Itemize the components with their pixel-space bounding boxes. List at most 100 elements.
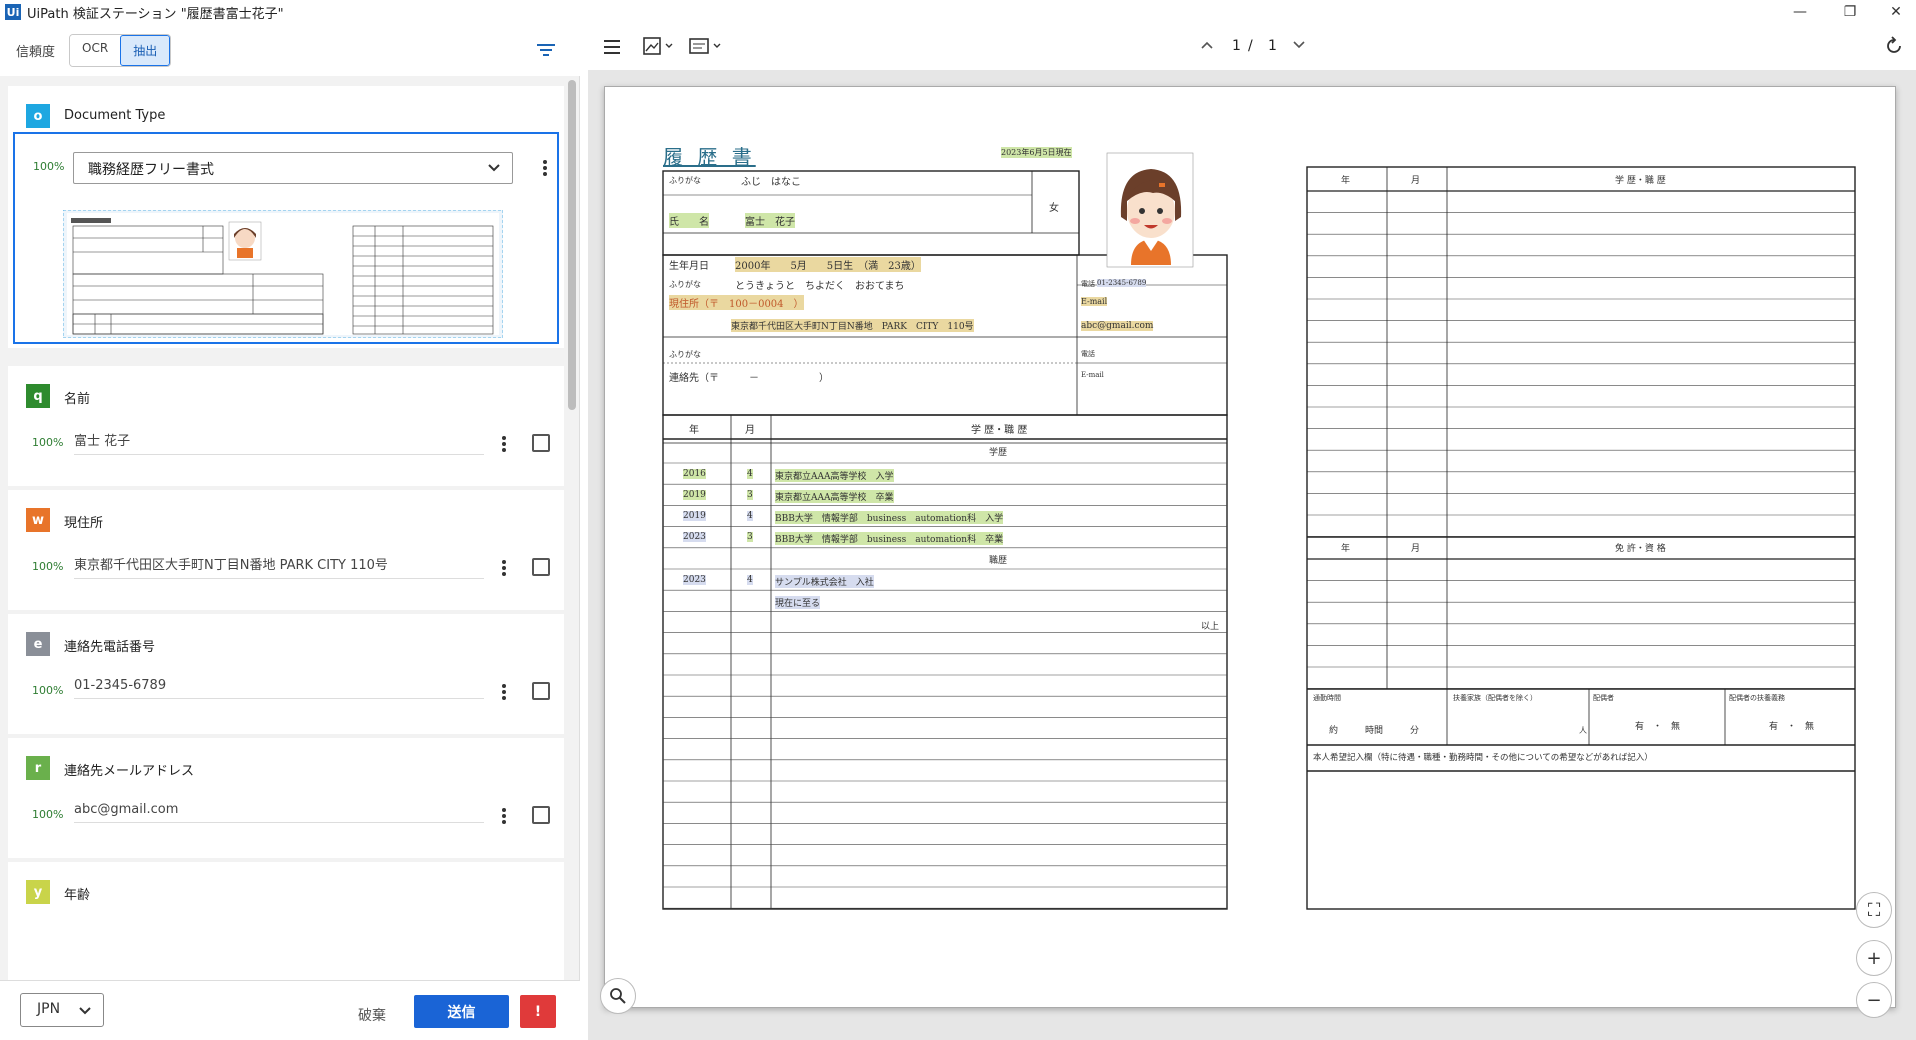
resume-grid [662, 152, 1856, 910]
document-thumbnail[interactable] [63, 210, 503, 338]
window-title: UiPath 検証ステーション "履歴書富士花子" [27, 6, 284, 22]
field-badge: w [26, 508, 50, 532]
work-month: 4 [747, 575, 753, 585]
field-confidence: 100% [32, 684, 64, 697]
confirm-checkbox[interactable] [532, 682, 550, 700]
field-value-input[interactable]: 富士 花子 [74, 430, 484, 455]
field-confidence: 100% [32, 808, 64, 821]
field-value-input[interactable]: abc@gmail.com [74, 802, 484, 823]
more-options-icon[interactable] [539, 158, 551, 178]
spouse-duty-label: 配偶者の扶養義務 [1729, 694, 1785, 702]
right-month-header: 月 [1411, 176, 1421, 186]
rotate-icon[interactable] [1884, 36, 1904, 56]
spouse-value: 有 ・ 無 [1635, 722, 1681, 732]
confirm-checkbox[interactable] [532, 558, 550, 576]
work-text: 現在に至る [775, 596, 821, 609]
edu-year: 2019 [683, 490, 706, 500]
previous-page-icon[interactable] [1200, 40, 1214, 50]
text-view-icon[interactable] [688, 36, 724, 56]
field-card-age: y 年齢 [8, 862, 564, 980]
edu-text: BBB大学 情報学部 business automation科 入学 [775, 511, 1004, 524]
fields-list: o Document Type 100% 職務経歴フリー書式 q 名前 100%… [8, 80, 564, 980]
viewer-toolbar: 1 / 1 [588, 24, 1916, 70]
field-value-input[interactable]: 東京都千代田区大手町N丁目N番地 PARK CITY 110号 [74, 554, 484, 579]
end-label: 以上 [1201, 622, 1220, 632]
tab-extract[interactable]: 抽出 [120, 34, 171, 66]
close-icon[interactable]: ✕ [1876, 0, 1916, 24]
fields-panel: 信頼度 OCR 抽出 o Document Type 100% 職務経歴フリー書… [0, 24, 580, 1040]
document-viewer: 1 / 1 履 歴 書 2023年6月5日現在 ふりがな ふじ はなこ 氏 名 … [588, 24, 1916, 1040]
furigana-name: ふじ はなこ [741, 177, 801, 188]
phone-label: 電話 [1081, 280, 1095, 288]
edu-year: 2023 [683, 532, 706, 542]
contact-label: 連絡先（〒 － ） [669, 373, 829, 384]
search-icon[interactable] [600, 978, 636, 1014]
address-value: 東京都千代田区大手町N丁目N番地 PARK CITY 110号 [731, 319, 974, 332]
dependents-unit: 人 [1579, 726, 1587, 735]
gender-value: 女 [1049, 203, 1059, 214]
edu-month: 4 [747, 511, 753, 521]
edu-text: 東京都立AAA高等学校 入学 [775, 469, 894, 482]
next-page-icon[interactable] [1292, 40, 1306, 50]
discard-button[interactable]: 破棄 [358, 1005, 386, 1025]
fields-scrollbar[interactable] [568, 80, 576, 410]
field-title: 連絡先メールアドレス [64, 764, 195, 779]
document-type-value: 職務経歴フリー書式 [88, 162, 214, 178]
warning-button[interactable]: ! [520, 995, 556, 1028]
field-title: 連絡先電話番号 [64, 640, 156, 655]
submit-button[interactable]: 送信 [414, 995, 509, 1028]
fields-toolbar: 信頼度 OCR 抽出 [0, 24, 580, 76]
confidence-label: 信頼度 [16, 44, 56, 60]
filter-icon[interactable] [534, 40, 558, 60]
field-card-phone: e 連絡先電話番号 100% 01-2345-6789 [8, 614, 564, 734]
edu-text: 東京都立AAA高等学校 卒業 [775, 490, 894, 503]
field-title: Document Type [64, 108, 166, 123]
furigana-label: ふりがな [669, 176, 701, 185]
total-pages: 1 [1268, 38, 1277, 54]
field-value-input[interactable]: 01-2345-6789 [74, 678, 484, 699]
uipath-logo-icon: Ui [5, 4, 21, 20]
name-value: 富士 花子 [745, 213, 795, 228]
field-card-name: q 名前 100% 富士 花子 [8, 366, 564, 486]
zoom-in-icon[interactable]: + [1856, 940, 1892, 976]
field-confidence: 100% [32, 560, 64, 573]
confirm-checkbox[interactable] [532, 806, 550, 824]
edu-month: 3 [747, 532, 753, 542]
wishes-label: 本人希望記入欄（特に待遇・職種・勤務時間・その他についての希望などがあれば記入） [1313, 753, 1653, 763]
confirm-checkbox[interactable] [532, 434, 550, 452]
menu-icon[interactable] [602, 38, 622, 56]
more-options-icon[interactable] [498, 434, 510, 454]
field-confidence: 100% [33, 160, 65, 173]
commute-label: 通勤時間 [1313, 694, 1341, 702]
view-mode-toggle: OCR 抽出 [69, 33, 172, 67]
field-card-email: r 連絡先メールアドレス 100% abc@gmail.com [8, 738, 564, 858]
minimize-icon[interactable]: — [1780, 0, 1820, 24]
chevron-down-icon [79, 1007, 91, 1015]
contact-phone-label: 電話 [1081, 350, 1095, 358]
more-options-icon[interactable] [498, 558, 510, 578]
document-type-select[interactable]: 職務経歴フリー書式 [73, 152, 513, 184]
image-view-icon[interactable] [642, 36, 676, 56]
right-year-header: 年 [1341, 176, 1351, 186]
work-year: 2023 [683, 575, 706, 585]
field-badge: r [26, 756, 50, 780]
education-label: 学歴 [989, 448, 1008, 458]
year-header: 年 [689, 425, 699, 436]
document-page[interactable]: 履 歴 書 2023年6月5日現在 ふりがな ふじ はなこ 氏 名 富士 花子 … [604, 86, 1896, 1008]
zoom-out-icon[interactable]: − [1856, 982, 1892, 1018]
fit-to-screen-icon[interactable]: ⛶ [1856, 892, 1892, 928]
license-header: 免 許・資 格 [1615, 544, 1666, 554]
language-select[interactable]: JPN [20, 993, 104, 1027]
license-month-header: 月 [1411, 544, 1421, 554]
contact-email-label: E-mail [1081, 371, 1104, 379]
restore-icon[interactable]: ❐ [1830, 0, 1870, 24]
current-page[interactable]: 1 [1232, 38, 1241, 54]
work-label: 職歴 [989, 556, 1008, 566]
field-badge: q [26, 384, 50, 408]
more-options-icon[interactable] [498, 682, 510, 702]
more-options-icon[interactable] [498, 806, 510, 826]
email-label: E-mail [1081, 297, 1108, 306]
fields-footer: JPN 破棄 送信 ! [0, 980, 580, 1040]
tab-ocr[interactable]: OCR [70, 34, 121, 66]
name-label: 氏 名 [669, 213, 709, 228]
